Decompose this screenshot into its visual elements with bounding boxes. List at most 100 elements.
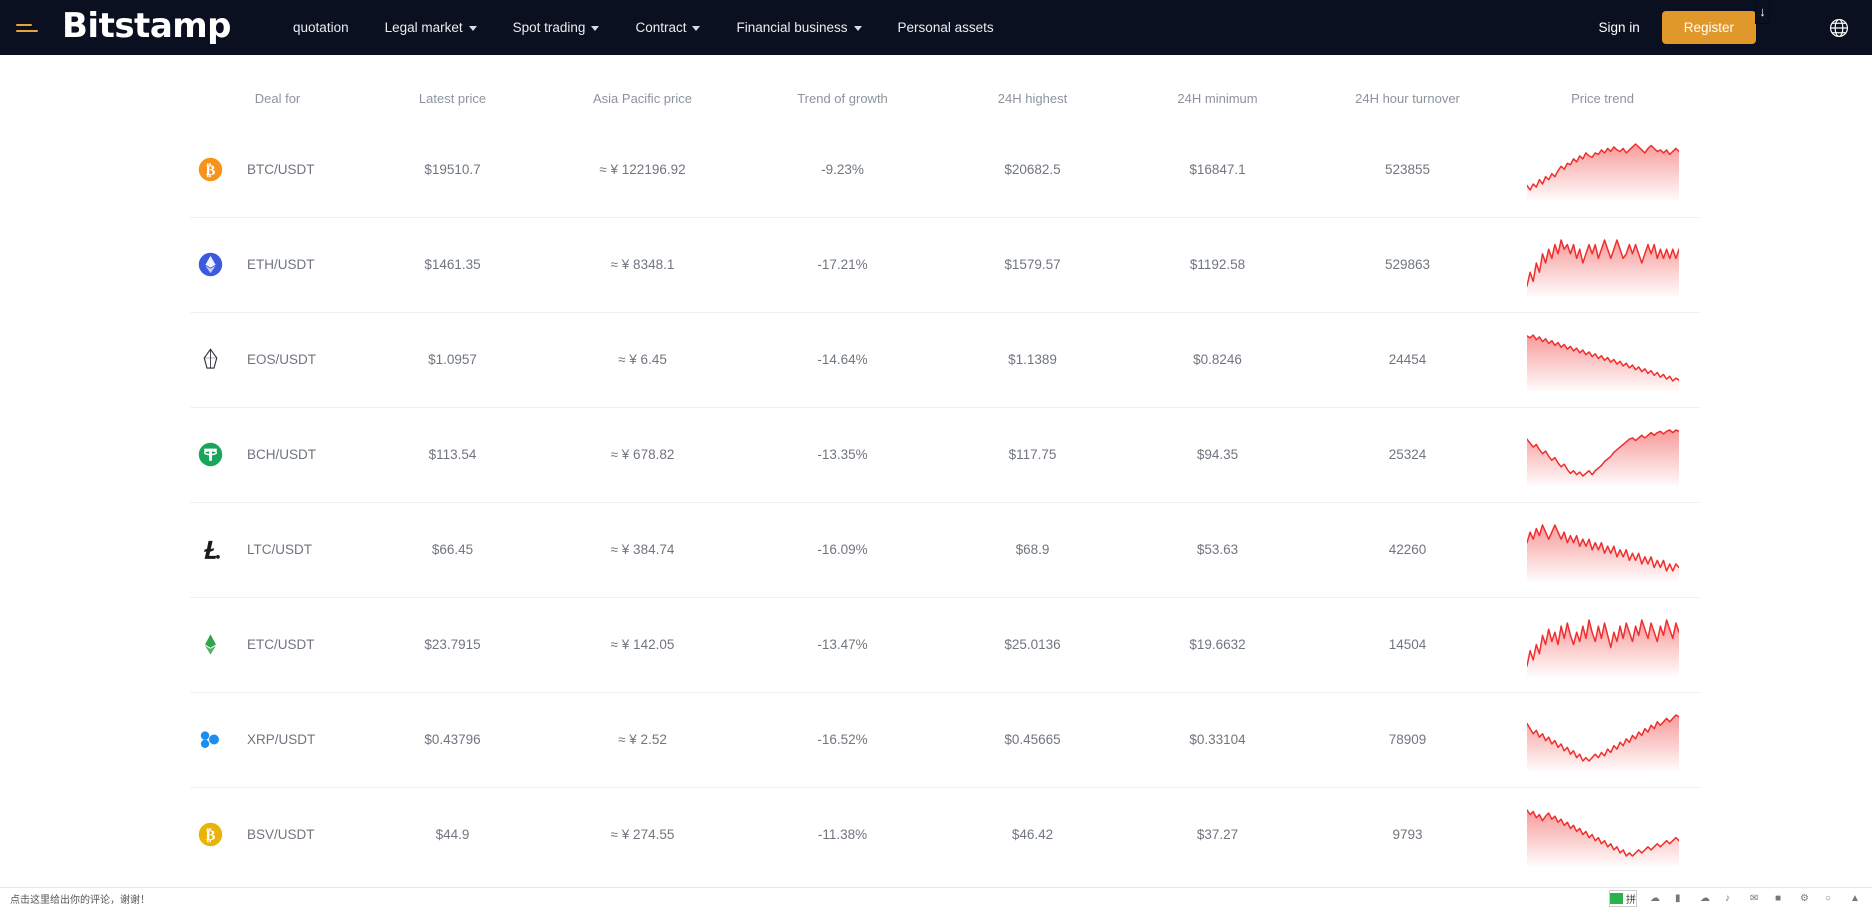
table-row[interactable]: ETC/USDT$23.7915≈ ¥ 142.05-13.47%$25.013…	[190, 597, 1700, 692]
eos-icon	[198, 347, 223, 372]
chevron-down-icon	[854, 26, 862, 31]
main-content: Deal for Latest price Asia Pacific price…	[0, 55, 1872, 909]
table-row[interactable]: EOS/USDT$1.0957≈ ¥ 6.45-14.64%$1.1389$0.…	[190, 312, 1700, 407]
pair-label: EOS/USDT	[247, 352, 316, 367]
cell-24h-minimum: $0.33104	[1125, 692, 1310, 787]
chevron-down-icon	[469, 26, 477, 31]
column-header-24h-turnover[interactable]: 24H hour turnover	[1310, 55, 1505, 122]
column-header-asia-pacific-price[interactable]: Asia Pacific price	[540, 55, 745, 122]
table-row[interactable]: ₿BSV/USDT$44.9≈ ¥ 274.55-11.38%$46.42$37…	[190, 787, 1700, 882]
cell-pair[interactable]: ₿BTC/USDT	[190, 122, 365, 217]
battery-icon[interactable]: ▮	[1675, 893, 1687, 905]
cell-asia-pacific-price: ≈ ¥ 384.74	[540, 502, 745, 597]
table-row[interactable]: BCH/USDT$113.54≈ ¥ 678.82-13.35%$117.75$…	[190, 407, 1700, 502]
cursor-pointer-icon: ↓	[1755, 0, 1770, 24]
nav-label: Contract	[635, 20, 686, 35]
pair-label: ETH/USDT	[247, 257, 315, 272]
table-body: ₿BTC/USDT$19510.7≈ ¥ 122196.92-9.23%$206…	[190, 122, 1700, 882]
cell-24h-highest: $20682.5	[940, 122, 1125, 217]
taskbar-tray: 拼 ☁ ▮ ☁ ♪ ✉ ■ ⚙ ○ ▲	[1609, 890, 1862, 907]
sign-in-button[interactable]: Sign in	[1598, 20, 1639, 35]
cell-24h-turnover: 523855	[1310, 122, 1505, 217]
column-header-deal-for[interactable]: Deal for	[190, 55, 365, 122]
cell-24h-turnover: 529863	[1310, 217, 1505, 312]
cell-trend-of-growth: -9.23%	[745, 122, 940, 217]
nav-label: Personal assets	[898, 20, 994, 35]
nav-item-financial-business[interactable]: Financial business	[718, 14, 879, 41]
cell-pair[interactable]: BCH/USDT	[190, 407, 365, 502]
cell-24h-highest: $1.1389	[940, 312, 1125, 407]
column-header-price-trend: Price trend	[1505, 55, 1700, 122]
cell-24h-turnover: 78909	[1310, 692, 1505, 787]
cell-price-trend-sparkline	[1505, 787, 1700, 882]
cell-pair[interactable]: XRP/USDT	[190, 692, 365, 787]
cell-asia-pacific-price: ≈ ¥ 8348.1	[540, 217, 745, 312]
cloud-icon[interactable]: ☁	[1650, 893, 1662, 905]
nav-item-legal-market[interactable]: Legal market	[367, 14, 495, 41]
tether-icon	[198, 442, 223, 467]
cell-trend-of-growth: -17.21%	[745, 217, 940, 312]
market-table: Deal for Latest price Asia Pacific price…	[190, 55, 1700, 882]
table-row[interactable]: LTC/USDT$66.45≈ ¥ 384.74-16.09%$68.9$53.…	[190, 502, 1700, 597]
cell-pair[interactable]: ₿BSV/USDT	[190, 787, 365, 882]
ime-indicator[interactable]: 拼	[1609, 890, 1637, 907]
network-icon[interactable]: ☁	[1700, 893, 1712, 905]
cell-trend-of-growth: -11.38%	[745, 787, 940, 882]
table-row[interactable]: ₿BTC/USDT$19510.7≈ ¥ 122196.92-9.23%$206…	[190, 122, 1700, 217]
table-row[interactable]: ETH/USDT$1461.35≈ ¥ 8348.1-17.21%$1579.5…	[190, 217, 1700, 312]
nav-item-contract[interactable]: Contract	[617, 14, 718, 41]
cell-pair[interactable]: ETC/USDT	[190, 597, 365, 692]
cell-24h-highest: $68.9	[940, 502, 1125, 597]
cell-latest-price: $1.0957	[365, 312, 540, 407]
cell-trend-of-growth: -13.35%	[745, 407, 940, 502]
cell-pair[interactable]: LTC/USDT	[190, 502, 365, 597]
volume-icon[interactable]: ♪	[1725, 893, 1737, 905]
chat-icon[interactable]: ✉	[1750, 893, 1762, 905]
main-navigation: quotation Legal market Spot trading Cont…	[275, 14, 1012, 41]
cell-trend-of-growth: -13.47%	[745, 597, 940, 692]
cell-24h-highest: $117.75	[940, 407, 1125, 502]
pair-label: BCH/USDT	[247, 447, 316, 462]
column-header-trend-of-growth[interactable]: Trend of growth	[745, 55, 940, 122]
nav-label: Spot trading	[513, 20, 586, 35]
cell-latest-price: $19510.7	[365, 122, 540, 217]
cell-24h-minimum: $16847.1	[1125, 122, 1310, 217]
nav-item-quotation[interactable]: quotation	[275, 14, 367, 41]
cell-24h-highest: $25.0136	[940, 597, 1125, 692]
shield-icon[interactable]: ■	[1775, 893, 1787, 905]
cell-pair[interactable]: ETH/USDT	[190, 217, 365, 312]
ripple-icon	[198, 727, 223, 752]
column-header-24h-minimum[interactable]: 24H minimum	[1125, 55, 1310, 122]
bsv-icon: ₿	[198, 822, 223, 847]
ethereum-icon	[198, 252, 223, 277]
brand-logo[interactable]: Bitstamp	[62, 9, 231, 46]
register-button[interactable]: Register	[1662, 11, 1756, 44]
cell-price-trend-sparkline	[1505, 502, 1700, 597]
cell-24h-turnover: 42260	[1310, 502, 1505, 597]
table-row[interactable]: XRP/USDT$0.43796≈ ¥ 2.52-16.52%$0.45665$…	[190, 692, 1700, 787]
column-header-24h-highest[interactable]: 24H highest	[940, 55, 1125, 122]
ime-switch-icon	[1610, 893, 1623, 904]
settings-icon[interactable]: ⚙	[1800, 893, 1812, 905]
cell-asia-pacific-price: ≈ ¥ 678.82	[540, 407, 745, 502]
cell-24h-turnover: 25324	[1310, 407, 1505, 502]
cell-latest-price: $0.43796	[365, 692, 540, 787]
globe-icon[interactable]	[1828, 17, 1850, 39]
cell-price-trend-sparkline	[1505, 217, 1700, 312]
cell-price-trend-sparkline	[1505, 407, 1700, 502]
more-icon[interactable]: ▲	[1850, 893, 1862, 905]
cell-24h-minimum: $1192.58	[1125, 217, 1310, 312]
clock-icon[interactable]: ○	[1825, 893, 1837, 905]
cell-price-trend-sparkline	[1505, 122, 1700, 217]
cell-latest-price: $66.45	[365, 502, 540, 597]
cell-24h-minimum: $53.63	[1125, 502, 1310, 597]
column-header-latest-price[interactable]: Latest price	[365, 55, 540, 122]
hamburger-menu-icon[interactable]	[10, 11, 44, 45]
nav-item-personal-assets[interactable]: Personal assets	[880, 14, 1012, 41]
cell-24h-turnover: 24454	[1310, 312, 1505, 407]
chevron-down-icon	[692, 26, 700, 31]
table-header: Deal for Latest price Asia Pacific price…	[190, 55, 1700, 122]
nav-item-spot-trading[interactable]: Spot trading	[495, 14, 618, 41]
os-taskbar: 点击这里给出你的评论，谢谢！ 拼 ☁ ▮ ☁ ♪ ✉ ■ ⚙ ○ ▲	[0, 887, 1872, 909]
cell-pair[interactable]: EOS/USDT	[190, 312, 365, 407]
